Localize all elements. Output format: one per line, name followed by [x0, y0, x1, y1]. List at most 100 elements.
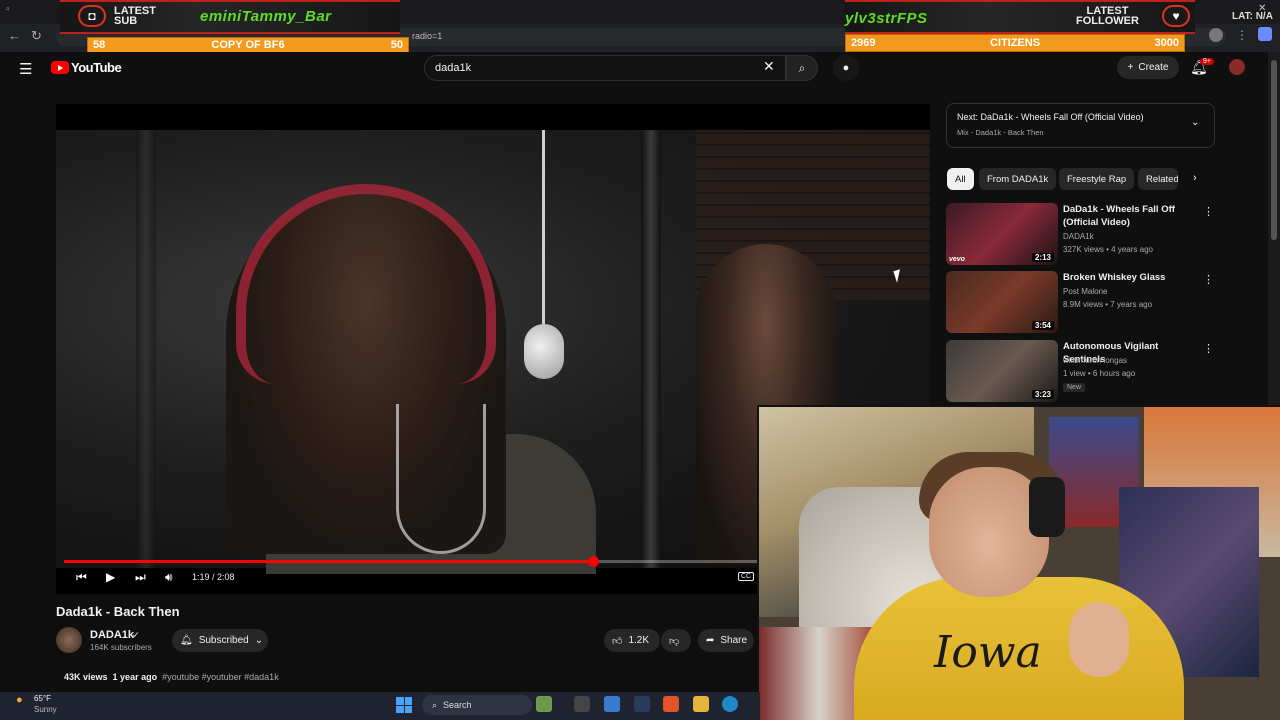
- search-icon: ⌕: [798, 60, 806, 75]
- chevron-down-icon: ⌄: [254, 635, 264, 646]
- voice-search-button[interactable]: ●: [833, 55, 859, 81]
- chip-all[interactable]: All: [947, 168, 974, 190]
- profile-icon[interactable]: [1209, 28, 1223, 42]
- recommendation-channel[interactable]: willbmoron longas: [1063, 356, 1127, 365]
- jersey-text: Iowa: [934, 627, 1042, 678]
- windows-pane: [404, 705, 412, 713]
- follower-goal-current: 2969: [851, 37, 876, 49]
- share-button[interactable]: ➦ Share: [698, 629, 754, 652]
- recommendation-title[interactable]: Broken Whiskey Glass: [1063, 271, 1203, 284]
- new-badge: New: [1063, 383, 1086, 392]
- brave-icon[interactable]: [663, 696, 679, 712]
- follower-goal-bar: 2969 CITIZENS 3000: [845, 34, 1185, 52]
- like-button[interactable]: 👍︎ 1.2K: [604, 629, 660, 652]
- chevron-right-icon[interactable]: ›: [1193, 172, 1197, 184]
- steam-icon[interactable]: [634, 696, 650, 712]
- video-thumbnail[interactable]: 3:54: [946, 271, 1058, 333]
- windows-start-icon[interactable]: [396, 697, 412, 713]
- windows-pane: [404, 697, 412, 705]
- weather-temperature[interactable]: 65°F: [34, 694, 51, 703]
- window-menu-icon[interactable]: ▫: [6, 4, 10, 15]
- more-actions-icon[interactable]: ⋮: [1203, 273, 1214, 286]
- play-icon[interactable]: ▶: [106, 570, 115, 584]
- more-actions-icon[interactable]: ⋮: [1203, 342, 1214, 355]
- search-input[interactable]: dada1k: [435, 62, 471, 74]
- channel-name[interactable]: DADA1k: [90, 629, 134, 641]
- recommendation-meta: 327K views • 4 years ago: [1063, 245, 1153, 254]
- windows-pane: [396, 697, 404, 705]
- close-window-icon[interactable]: ✕: [1258, 3, 1266, 14]
- captions-button[interactable]: CC: [738, 572, 755, 581]
- recommendation-title[interactable]: DaDa1k - Wheels Fall Off (Official Video…: [1063, 203, 1203, 229]
- search-button[interactable]: ⌕: [786, 55, 818, 81]
- youtube-logo-icon[interactable]: [51, 61, 69, 74]
- share-label: Share: [720, 635, 748, 646]
- scrollbar-thumb[interactable]: [1271, 60, 1277, 240]
- recommendation-item[interactable]: 3:54 Broken Whiskey Glass Post Malone 8.…: [946, 271, 1216, 335]
- subscriber-count: 164K subscribers: [90, 643, 152, 652]
- create-button[interactable]: + Create: [1117, 56, 1179, 79]
- recommendation-item[interactable]: 3:23 Autonomous Vigilant Sentinels willb…: [946, 340, 1216, 404]
- notepad-icon[interactable]: [604, 696, 620, 712]
- goal-current: 58: [93, 39, 106, 51]
- subscribe-button[interactable]: 🔔︎ Subscribed ⌄: [172, 629, 268, 652]
- create-label: Create: [1138, 62, 1169, 73]
- more-icon[interactable]: ⋮: [1236, 28, 1248, 42]
- youtube-logo-text[interactable]: YouTube: [71, 60, 122, 75]
- reload-icon[interactable]: ↻: [31, 28, 42, 44]
- description-summary[interactable]: 43K views 1 year ago #youtube #youtuber …: [64, 672, 279, 682]
- previous-icon[interactable]: ⏮: [76, 570, 87, 585]
- duration-badge: 2:13: [1031, 253, 1054, 262]
- chevron-down-icon[interactable]: ⌄: [1191, 117, 1199, 128]
- file-explorer-icon[interactable]: [693, 696, 709, 712]
- volume-icon[interactable]: 🔊︎: [165, 570, 173, 585]
- latest-sub-name: eminiTammy_Bar: [200, 8, 332, 25]
- extension-icon[interactable]: [1258, 27, 1272, 41]
- weather-sun-icon[interactable]: ●: [16, 694, 23, 706]
- chip-from-channel[interactable]: From DADA1k: [979, 168, 1057, 190]
- more-actions-icon[interactable]: ⋮: [1203, 205, 1214, 218]
- heart-icon: ♥: [1162, 5, 1190, 27]
- recommendation-item[interactable]: vevo 2:13 DaDa1k - Wheels Fall Off (Offi…: [946, 203, 1216, 267]
- search-icon: ⌕: [432, 699, 438, 710]
- goal-target: 50: [390, 39, 403, 51]
- upload-age: 1 year ago: [112, 672, 158, 682]
- twitch-icon: ◘: [78, 5, 106, 27]
- pipe: [136, 130, 156, 568]
- account-avatar[interactable]: [1229, 59, 1245, 75]
- time-readout: 1:19 / 2:08: [192, 572, 235, 582]
- bell-icon: 🔔︎: [180, 635, 193, 646]
- recommendation-channel[interactable]: DADA1k: [1063, 232, 1094, 241]
- search-input-box[interactable]: [424, 55, 786, 81]
- video-thumbnail[interactable]: 3:23: [946, 340, 1058, 402]
- taskbar-app-icon[interactable]: [536, 696, 552, 712]
- hamburger-menu-icon[interactable]: ☰: [19, 60, 32, 78]
- goal-title: COPY OF BF6: [211, 39, 285, 51]
- video-thumbnail[interactable]: vevo 2:13: [946, 203, 1058, 265]
- chrome-icon[interactable]: [722, 696, 738, 712]
- screen: ▫ ← ↻ radio=1 ⋮ ◘ LATEST SUB eminiTammy_…: [0, 0, 1280, 720]
- follower-label: FOLLOWER: [1076, 15, 1139, 27]
- clear-search-icon[interactable]: ✕: [763, 58, 775, 75]
- hashtags[interactable]: #youtube #youtuber #dada1k: [162, 672, 279, 682]
- webcam-overlay: Iowa: [757, 405, 1280, 720]
- channel-avatar[interactable]: [56, 627, 82, 653]
- video-title: Dada1k - Back Then: [56, 604, 180, 619]
- like-count: 1.2K: [628, 635, 650, 646]
- windows-pane: [396, 705, 404, 713]
- progress-played[interactable]: [64, 560, 594, 563]
- dislike-button[interactable]: 👎︎: [661, 629, 691, 652]
- recommendation-channel[interactable]: Post Malone: [1063, 287, 1107, 296]
- up-next-panel[interactable]: [946, 103, 1215, 148]
- up-next-subtitle: Mix - Dada1k - Back Then: [957, 128, 1044, 137]
- sub-label: SUB: [114, 15, 138, 27]
- chip-freestyle-rap[interactable]: Freestyle Rap: [1059, 168, 1135, 190]
- back-icon[interactable]: ←: [8, 28, 21, 43]
- address-text: radio=1: [412, 31, 443, 41]
- chip-related[interactable]: Related: [1138, 168, 1178, 190]
- duration-badge: 3:23: [1031, 390, 1054, 399]
- taskbar-search[interactable]: ⌕ Search: [422, 695, 532, 715]
- vevo-logo: vevo: [949, 256, 965, 263]
- next-icon[interactable]: ⏭: [135, 570, 146, 585]
- task-view-icon[interactable]: [574, 696, 590, 712]
